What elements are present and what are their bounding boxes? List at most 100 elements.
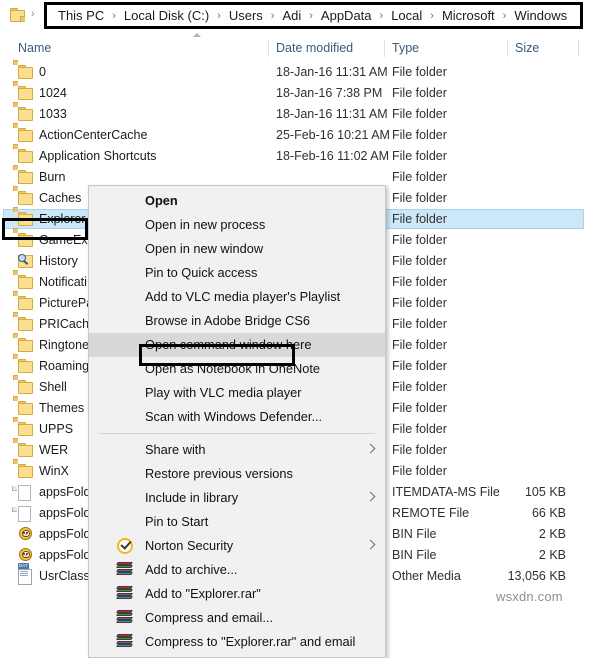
file-type: File folder [392,380,447,394]
column-divider[interactable] [268,40,269,57]
menu-item-label: Pin to Quick access [145,265,258,280]
menu-item-label: Add to VLC media player's Playlist [145,289,341,304]
breadcrumb-item-appdata[interactable]: AppData [320,8,373,23]
menu-item-norton-security[interactable]: Norton Security [89,534,385,558]
breadcrumb[interactable]: This PC › Local Disk (C:) › Users › Adi › AppDat… [44,2,583,29]
file-size: 2 KB [538,548,566,562]
chevron-right-icon[interactable]: › [31,8,35,20]
menu-item-compress-to-explorer-rar-and-email[interactable]: Compress to "Explorer.rar" and email [89,630,385,654]
folder-icon [10,8,25,22]
menu-item-play-with-vlc-media-player[interactable]: Play with VLC media player [89,381,385,405]
menu-item-label: Play with VLC media player [145,385,302,400]
file-type: File folder [392,422,447,436]
column-divider[interactable] [507,40,508,57]
breadcrumb-separator: › [270,9,275,22]
menu-item-add-to-vlc-media-player-s-playlist[interactable]: Add to VLC media player's Playlist [89,285,385,309]
context-menu[interactable]: Open Open in new process Open in new windo… [88,185,386,658]
menu-item-restore-previous-versions[interactable]: Restore previous versions [89,462,385,486]
file-type: File folder [392,170,447,184]
row-icon [18,254,33,268]
file-type: File folder [392,149,447,163]
table-row[interactable]: ActionCenterCache 25-Feb-16 10:21 AM File … [0,123,590,146]
file-date-modified: 18-Jan-16 11:31 AM [276,65,388,79]
file-name: UsrClass [39,569,90,583]
row-icon [13,186,33,205]
menu-item-pin-to-quick-access[interactable]: Pin to Quick access [89,261,385,285]
breadcrumb-item-local-disk-c[interactable]: Local Disk (C:) [123,8,210,23]
file-name: 1024 [39,86,67,100]
column-header-row: Name Date modified Type Size [0,38,590,60]
row-icon [13,291,33,310]
breadcrumb-item-adi[interactable]: Adi [281,8,302,23]
menu-item-pin-to-start[interactable]: Pin to Start [89,510,385,534]
table-row[interactable]: 1024 18-Jan-16 7:38 PM File folder [0,81,590,104]
breadcrumb-item-this-pc[interactable]: This PC [57,8,105,23]
column-header-date-modified[interactable]: Date modified [276,41,353,55]
menu-separator [99,433,375,434]
file-date-modified: 18-Jan-16 7:38 PM [276,86,383,100]
menu-item-add-to-explorer-rar[interactable]: Add to "Explorer.rar" [89,582,385,606]
menu-item-scan-with-windows-defender[interactable]: Scan with Windows Defender... [89,405,385,429]
table-row[interactable]: 0 18-Jan-16 11:31 AM File folder [0,60,590,83]
menu-item-open[interactable]: Open [89,189,385,213]
file-type: File folder [392,275,447,289]
file-type: File folder [392,233,447,247]
breadcrumb-item-microsoft[interactable]: Microsoft [441,8,496,23]
menu-item-include-in-library[interactable]: Include in library [89,486,385,510]
file-date-modified: 18-Jan-16 11:31 AM [276,107,388,121]
file-name: WER [39,443,69,457]
file-type: BIN File [392,548,437,562]
row-icon [12,485,33,501]
breadcrumb-item-local[interactable]: Local [390,8,423,23]
menu-item-open-command-window-here[interactable]: Open command window here [89,333,385,357]
address-bar[interactable]: › This PC › Local Disk (C:) › Users › Adi › AppD… [0,0,590,32]
row-icon [13,270,33,289]
breadcrumb-item-windows[interactable]: Windows [513,8,568,23]
breadcrumb-separator: › [309,9,313,22]
file-type: File folder [392,443,447,457]
file-name: PicturePa [39,296,94,310]
row-icon [13,396,33,415]
menu-item-label: Pin to Start [145,514,209,529]
file-type: File folder [392,317,447,331]
menu-item-label: Add to archive... [145,562,238,577]
menu-item-label: Open in new process [145,217,266,232]
file-name: History [39,254,78,268]
breadcrumb-item-users[interactable]: Users [228,8,264,23]
column-header-type[interactable]: Type [392,41,419,55]
menu-item-label: Browse in Adobe Bridge CS6 [145,313,311,328]
menu-item-compress-and-email[interactable]: Compress and email... [89,606,385,630]
column-header-size[interactable]: Size [515,41,539,55]
chevron-right-icon [365,491,376,502]
file-type: File folder [392,191,447,205]
menu-item-share-with[interactable]: Share with [89,438,385,462]
row-icon [13,123,33,142]
menu-item-label: Compress and email... [145,610,274,625]
menu-item-open-as-notebook-in-onenote[interactable]: Open as Notebook in OneNote [89,357,385,381]
menu-item-label: Open in new window [145,241,264,256]
menu-item-open-in-new-process[interactable]: Open in new process [89,213,385,237]
file-type: File folder [392,338,447,352]
file-type: File folder [392,107,447,121]
file-name: WinX [39,464,69,478]
menu-item-icon [116,586,133,602]
menu-item-open-in-new-window[interactable]: Open in new window [89,237,385,261]
menu-item-browse-in-adobe-bridge-cs6[interactable]: Browse in Adobe Bridge CS6 [89,309,385,333]
file-name: Notificati [39,275,87,289]
file-type: BIN File [392,527,437,541]
row-icon [13,228,33,247]
column-header-name[interactable]: Name [18,41,51,55]
file-name: Explorer [39,212,86,226]
breadcrumb-separator: › [502,9,507,22]
column-divider[interactable] [578,40,579,57]
column-divider[interactable] [384,40,385,57]
file-name: ActionCenterCache [39,128,148,142]
file-date-modified: 18-Feb-16 11:02 AM [276,149,390,163]
file-name: Themes [39,401,85,415]
file-type: File folder [392,359,447,373]
menu-item-add-to-archive[interactable]: Add to archive... [89,558,385,582]
menu-item-label: Share with [145,442,206,457]
table-row[interactable]: 1033 18-Jan-16 11:31 AM File folder [0,102,590,125]
table-row[interactable]: Application Shortcuts 18-Feb-16 11:02 AM F… [0,144,590,167]
file-name: appsFold [39,506,91,520]
